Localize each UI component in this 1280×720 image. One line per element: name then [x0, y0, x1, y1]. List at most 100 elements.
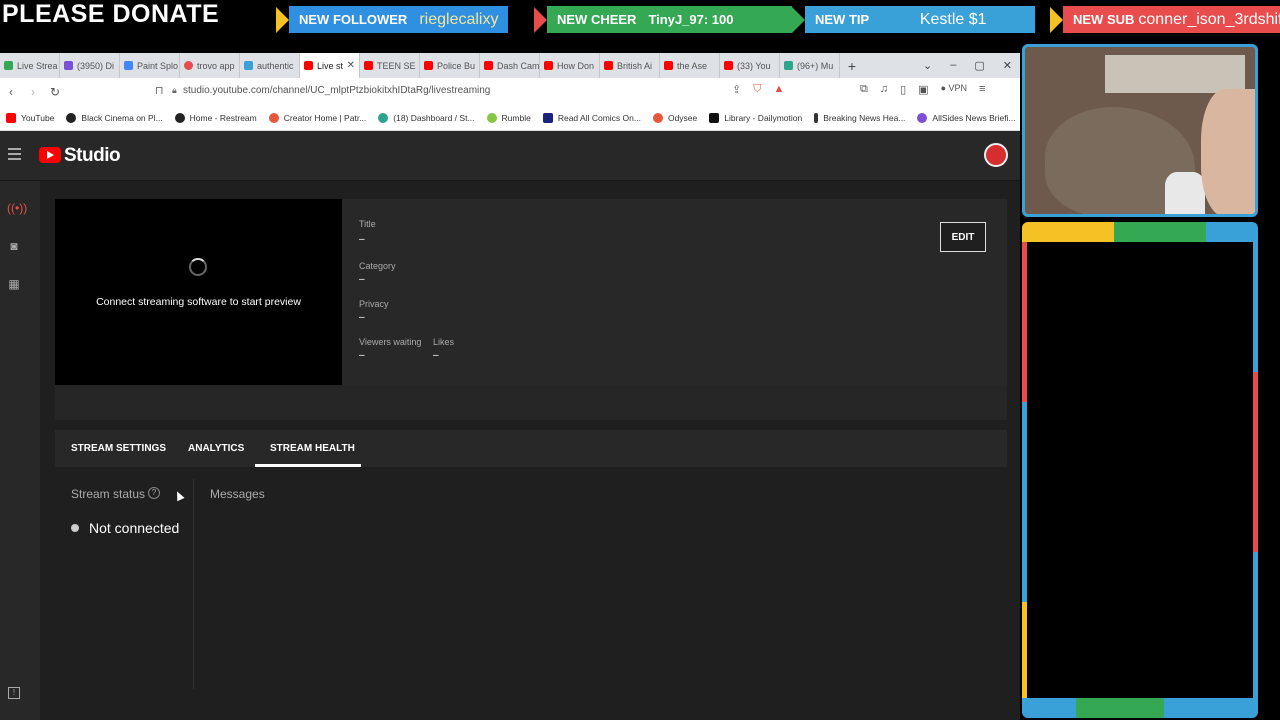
- webcam-shirt: [1165, 172, 1205, 214]
- webcam-person: [1201, 89, 1255, 214]
- browser-tab[interactable]: Police Bu: [420, 53, 480, 78]
- brave-shield-icon[interactable]: ⛉: [753, 83, 761, 96]
- panel-divider: [193, 479, 194, 689]
- menu-icon[interactable]: ≡: [979, 83, 985, 96]
- chat-frame: [1022, 222, 1258, 718]
- tab-analytics[interactable]: ANALYTICS: [188, 443, 244, 454]
- calendar-icon[interactable]: ▦: [7, 277, 21, 291]
- favicon-icon: [64, 61, 73, 70]
- extension-icons: ⧉ ♫ ▯ ▣ ● VPN ≡: [860, 83, 985, 96]
- frame-top-blue: [1206, 222, 1258, 242]
- bookmark-icon[interactable]: ⊓: [155, 84, 164, 97]
- minimize-icon[interactable]: –: [950, 59, 956, 72]
- frame-bottom-blue-right: [1164, 698, 1258, 718]
- favicon-icon: [268, 112, 279, 123]
- bookmark-item[interactable]: AllSides News Briefi...: [911, 112, 1021, 123]
- share-icon[interactable]: ⇪: [732, 83, 741, 96]
- favicon-icon: [174, 112, 185, 123]
- bookmark-item[interactable]: Breaking News Hea...: [808, 112, 911, 123]
- privacy-value: –: [359, 312, 365, 323]
- sidebar-icon[interactable]: ▯: [900, 83, 906, 96]
- category-value: –: [359, 274, 365, 285]
- favicon-icon: [66, 112, 77, 123]
- browser-tab[interactable]: (96+) Mu: [780, 53, 840, 78]
- tab-stream-health[interactable]: STREAM HEALTH: [270, 443, 355, 454]
- studio-header: Studio: [0, 131, 1020, 181]
- category-label: Category: [359, 261, 396, 271]
- viewers-waiting-value: –: [359, 350, 365, 361]
- likes-label: Likes: [433, 337, 455, 347]
- favicon-icon: [709, 112, 720, 123]
- alert-new-sub: NEW SUB conner_ison_3rdshift: [1050, 6, 1280, 33]
- media-icon[interactable]: ♫: [880, 83, 888, 96]
- bookmarks-bar: YouTube Black Cinema on Pl... Home - Res…: [0, 105, 1026, 131]
- bookmark-item[interactable]: Home - Restream: [169, 112, 263, 123]
- youtube-studio-page: Studio ((•)) ◙ ▦ ! Connect streaming sof…: [0, 131, 1020, 720]
- browser-tab-active[interactable]: Live st ✕: [300, 53, 360, 78]
- browser-tab[interactable]: How Don: [540, 53, 600, 78]
- browser-tab[interactable]: TEEN SE: [360, 53, 420, 78]
- brave-rewards-icon[interactable]: ▲: [773, 83, 784, 96]
- studio-wordmark[interactable]: Studio: [64, 145, 121, 167]
- alert-tag: NEW SUB: [1063, 6, 1137, 33]
- browser-tab[interactable]: (33) You: [720, 53, 780, 78]
- account-avatar[interactable]: [984, 143, 1008, 167]
- alert-tag: NEW FOLLOWER: [289, 6, 414, 33]
- frame-left-red: [1022, 242, 1027, 402]
- favicon-icon: [244, 61, 253, 70]
- wallet-icon[interactable]: ▣: [918, 83, 928, 96]
- webcam-feed: [1022, 44, 1258, 217]
- browser-tab[interactable]: Paint Splo: [120, 53, 180, 78]
- frame-left-yellow: [1022, 602, 1027, 698]
- stream-status-value: Not connected: [89, 520, 180, 536]
- youtube-favicon-icon: [604, 61, 613, 70]
- reload-icon[interactable]: ↻: [44, 85, 66, 99]
- bookmark-item[interactable]: Black Cinema on Pl...: [60, 112, 168, 123]
- frame-right-blue-lower: [1253, 552, 1258, 698]
- edit-button[interactable]: EDIT: [940, 222, 986, 252]
- forward-icon[interactable]: ›: [22, 85, 44, 99]
- youtube-favicon-icon: [484, 61, 493, 70]
- favicon-icon: [486, 112, 497, 123]
- bookmark-item[interactable]: (18) Dashboard / St...: [372, 112, 480, 123]
- youtube-favicon-icon: [424, 61, 433, 70]
- hamburger-menu-icon[interactable]: [8, 148, 21, 160]
- browser-tab[interactable]: trovo app: [180, 53, 240, 78]
- feedback-icon[interactable]: !: [8, 687, 20, 699]
- browser-tab[interactable]: authentic: [240, 53, 300, 78]
- frame-bottom-green: [1076, 698, 1164, 718]
- close-tab-icon[interactable]: ✕: [347, 60, 355, 71]
- bookmark-item[interactable]: Library - Dailymotion: [703, 112, 808, 123]
- tab-search-icon[interactable]: ⌄: [923, 59, 932, 72]
- new-tab-button[interactable]: +: [840, 58, 864, 74]
- close-window-icon[interactable]: ✕: [1003, 59, 1012, 72]
- stream-overlay-top: PLEASE DONATE NEW FOLLOWER rieglecalixy …: [0, 0, 1280, 50]
- youtube-favicon-icon: [544, 61, 553, 70]
- alert-value: TinyJ_97: 100: [642, 6, 793, 33]
- bookmark-item[interactable]: Odysee: [647, 112, 703, 123]
- browser-tab[interactable]: (3950) Di: [60, 53, 120, 78]
- browser-tab[interactable]: Live Strea: [0, 53, 60, 78]
- extensions-icon[interactable]: ⧉: [860, 83, 868, 96]
- back-icon[interactable]: ‹: [0, 85, 22, 99]
- help-icon[interactable]: ?: [148, 487, 160, 499]
- bookmark-item[interactable]: Creator Home | Patr...: [263, 112, 373, 123]
- alert-new-tip: NEW TIP Kestle $1: [792, 6, 1036, 33]
- tab-stream-settings[interactable]: STREAM SETTINGS: [71, 443, 166, 454]
- webcam-icon[interactable]: ◙: [7, 239, 21, 253]
- live-stream-icon[interactable]: ((•)): [7, 201, 27, 215]
- alert-value: Kestle $1: [875, 6, 1036, 33]
- messages-label: Messages: [210, 487, 265, 501]
- browser-tab[interactable]: Dash Cam: [480, 53, 540, 78]
- browser-tab[interactable]: the Ase: [660, 53, 720, 78]
- bookmark-item[interactable]: YouTube: [0, 112, 60, 123]
- frame-top-yellow: [1022, 222, 1114, 242]
- maximize-icon[interactable]: ▢: [974, 59, 984, 72]
- vpn-badge[interactable]: ● VPN: [941, 83, 967, 96]
- bookmark-item[interactable]: Rumble: [481, 112, 537, 123]
- youtube-logo-icon[interactable]: [39, 147, 61, 163]
- url-field[interactable]: studio.youtube.com/channel/UC_mlptPtzbio…: [183, 85, 490, 96]
- bookmark-item[interactable]: Read All Comics On...: [537, 112, 647, 123]
- webcam-shelf: [1105, 55, 1245, 93]
- browser-tab[interactable]: British Ai: [600, 53, 660, 78]
